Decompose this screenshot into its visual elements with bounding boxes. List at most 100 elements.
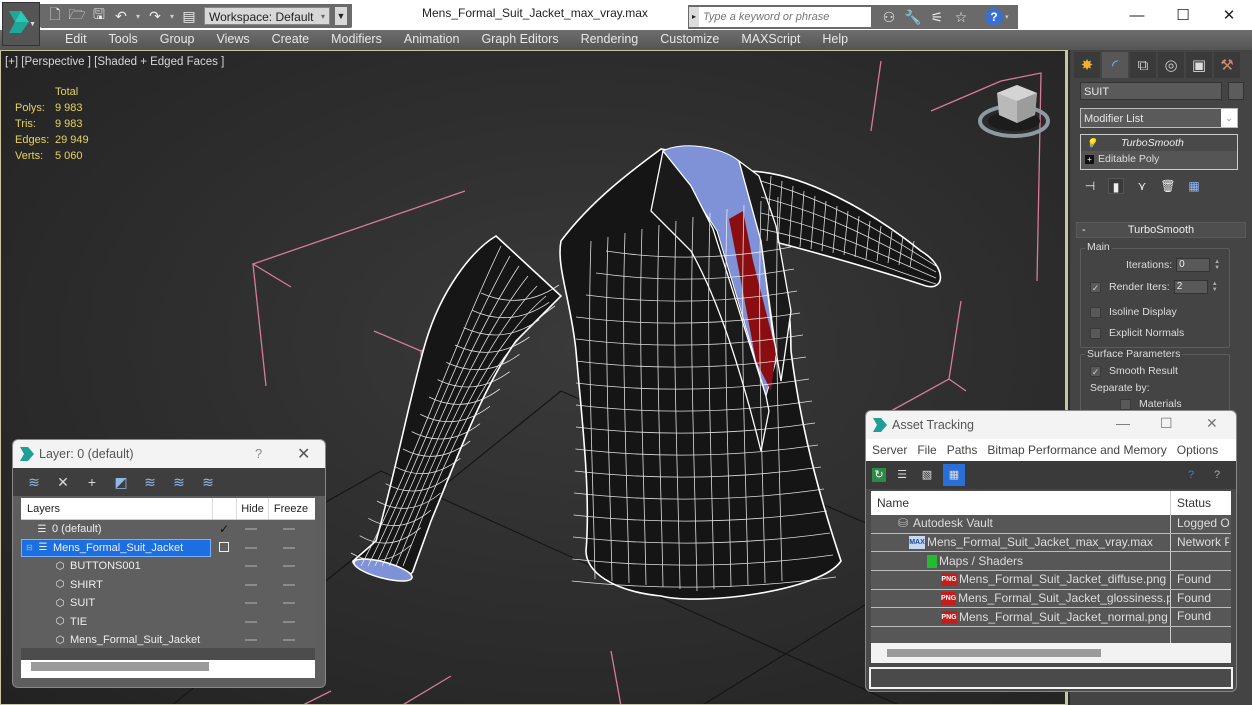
star-icon[interactable]: ☆ xyxy=(949,9,973,26)
object-name-field[interactable]: SUIT xyxy=(1080,82,1222,100)
project-folder-icon[interactable]: ▤ xyxy=(180,7,198,25)
redo-icon[interactable]: ↷ xyxy=(146,7,164,25)
layer-row[interactable]: ⬡ SHIRT xyxy=(21,576,315,595)
create-tab[interactable]: ✸ xyxy=(1074,52,1100,78)
show-end-result-icon[interactable]: ▮ xyxy=(1108,178,1124,194)
menu-paths[interactable]: Paths xyxy=(947,439,978,461)
hide-toggle[interactable] xyxy=(245,565,257,568)
highlight-layer-icon[interactable]: ≋ xyxy=(141,473,159,491)
column-status[interactable]: Status xyxy=(1171,491,1211,515)
set-current-checkbox[interactable] xyxy=(217,541,231,555)
hide-toggle[interactable] xyxy=(245,583,257,586)
new-file-icon[interactable]: 🗋 xyxy=(46,6,64,25)
workspace-select[interactable]: Workspace: Default ▾ xyxy=(204,7,330,25)
spinner-arrows-icon[interactable]: ▲ ▼ xyxy=(1214,259,1222,271)
menu-views[interactable]: Views xyxy=(205,30,260,50)
menu-bitmap-performance[interactable]: Bitmap Performance and Memory xyxy=(987,439,1166,461)
motion-tab[interactable]: ◎ xyxy=(1158,52,1184,78)
modifier-list-dropdown[interactable]: Modifier List ⌄ xyxy=(1080,108,1238,128)
workspace-menu-button[interactable]: ▼ xyxy=(335,7,347,25)
asset-row[interactable]: PNG Mens_Formal_Suit_Jacket_normal.png Fo… xyxy=(871,608,1231,628)
materials-checkbox[interactable] xyxy=(1120,398,1131,410)
render-iters-checkbox[interactable]: ✓ xyxy=(1090,281,1101,293)
asset-row[interactable]: PNG Mens_Formal_Suit_Jacket_diffuse.png F… xyxy=(871,571,1231,590)
utilities-tab[interactable]: ⚒ xyxy=(1214,52,1240,78)
current-layer-check-icon[interactable]: ✓ xyxy=(217,522,231,536)
delete-layer-icon[interactable]: ✕ xyxy=(54,473,72,491)
hide-toggle[interactable] xyxy=(245,620,257,623)
menu-edit[interactable]: Edit xyxy=(54,30,98,50)
hide-toggle[interactable] xyxy=(245,528,257,531)
collapse-icon[interactable]: ⊟ xyxy=(26,543,36,552)
help-button[interactable]: ? xyxy=(255,446,262,461)
maximize-button[interactable]: ☐ xyxy=(1160,415,1173,432)
object-color-swatch[interactable] xyxy=(1228,82,1244,100)
stack-item-turbosmooth[interactable]: 💡 TurboSmooth xyxy=(1081,135,1237,151)
smooth-result-checkbox[interactable]: ✓ xyxy=(1090,365,1101,377)
rollout-header[interactable]: - TurboSmooth xyxy=(1076,222,1246,238)
horizontal-scrollbar[interactable] xyxy=(31,662,209,671)
set-current-layer-icon[interactable]: ≋ xyxy=(170,473,188,491)
freeze-toggle[interactable] xyxy=(283,639,295,642)
column-layers[interactable]: Layers xyxy=(21,498,213,519)
render-iters-spinner[interactable]: 2 xyxy=(1173,280,1208,294)
dialog-titlebar[interactable]: Asset Tracking — ☐ ✕ xyxy=(866,411,1236,439)
redo-dropdown-icon[interactable]: ▾ xyxy=(168,7,176,25)
iterations-spinner[interactable]: 0 xyxy=(1176,258,1211,272)
explicit-normals-checkbox[interactable] xyxy=(1090,327,1101,339)
menu-tools[interactable]: Tools xyxy=(98,30,149,50)
freeze-toggle[interactable] xyxy=(283,583,295,586)
menu-rendering[interactable]: Rendering xyxy=(570,30,650,50)
layer-settings-icon[interactable]: ≋ xyxy=(199,473,217,491)
viewport-label[interactable]: [+] [Perspective ] [Shaded + Edged Faces… xyxy=(5,56,224,68)
freeze-toggle[interactable] xyxy=(283,620,295,623)
isoline-checkbox[interactable] xyxy=(1090,306,1101,318)
menu-graph-editors[interactable]: Graph Editors xyxy=(470,30,569,50)
pin-stack-icon[interactable]: ⊣ xyxy=(1082,178,1098,194)
menu-server[interactable]: Server xyxy=(872,439,907,461)
key-icon[interactable]: 🔧 xyxy=(901,9,925,26)
make-unique-icon[interactable]: ⋎ xyxy=(1134,178,1150,194)
freeze-toggle[interactable] xyxy=(283,565,295,568)
help-dropdown-icon[interactable]: ▾ xyxy=(1005,13,1009,21)
close-button[interactable]: ✕ xyxy=(1206,0,1252,30)
asset-row[interactable]: Maps / Shaders xyxy=(871,552,1231,572)
binoculars-icon[interactable]: ⚇ xyxy=(877,9,901,26)
help-button[interactable]: ? xyxy=(985,8,1003,26)
menu-animation[interactable]: Animation xyxy=(393,30,471,50)
remove-modifier-icon[interactable]: 🗑 xyxy=(1160,178,1176,194)
add-to-layer-icon[interactable]: + xyxy=(83,473,101,491)
asset-row[interactable]: ⛁ Autodesk Vault Logged Ou xyxy=(871,515,1231,534)
minimize-button[interactable]: — xyxy=(1116,415,1130,431)
asset-row[interactable]: PNG Mens_Formal_Suit_Jacket_glossiness.pn… xyxy=(871,589,1231,609)
menu-help[interactable]: Help xyxy=(811,30,859,50)
hide-toggle[interactable] xyxy=(245,639,257,642)
column-hide[interactable]: Hide xyxy=(237,498,269,519)
hide-toggle[interactable] xyxy=(245,602,257,605)
undo-icon[interactable]: ↶ xyxy=(112,7,130,25)
layer-row[interactable]: ☰ 0 (default) ✓ xyxy=(21,520,315,539)
freeze-toggle[interactable] xyxy=(283,546,295,549)
horizontal-scrollbar[interactable] xyxy=(887,649,1101,657)
minimize-button[interactable]: — xyxy=(1114,0,1160,30)
expand-search-icon[interactable]: ▸ xyxy=(689,7,699,27)
column-freeze[interactable]: Freeze xyxy=(269,498,313,519)
spinner-arrows-icon[interactable]: ▲ ▼ xyxy=(1212,281,1220,293)
create-layer-icon[interactable]: ≋ xyxy=(25,473,43,491)
dialog-titlebar[interactable]: Layer: 0 (default) ? ✕ xyxy=(13,440,325,468)
close-button[interactable]: ✕ xyxy=(1206,415,1218,432)
thumbnail-view-icon[interactable]: ▧ xyxy=(918,466,936,484)
layer-row[interactable]: ⬡ BUTTONS001 xyxy=(21,557,315,576)
path-field[interactable] xyxy=(869,667,1233,689)
menu-customize[interactable]: Customize xyxy=(649,30,730,50)
open-file-icon[interactable]: 🗁 xyxy=(68,6,86,25)
asset-row[interactable]: MAX Mens_Formal_Suit_Jacket_max_vray.max … xyxy=(871,533,1231,553)
search-input[interactable] xyxy=(699,7,871,27)
hide-toggle[interactable] xyxy=(245,546,257,549)
expand-icon[interactable]: + xyxy=(1085,154,1094,164)
freeze-toggle[interactable] xyxy=(283,602,295,605)
undo-dropdown-icon[interactable]: ▾ xyxy=(134,7,142,25)
column-current[interactable] xyxy=(213,498,237,519)
help-icon[interactable]: ? xyxy=(1182,466,1200,484)
refresh-icon[interactable]: ↻ xyxy=(872,468,886,482)
